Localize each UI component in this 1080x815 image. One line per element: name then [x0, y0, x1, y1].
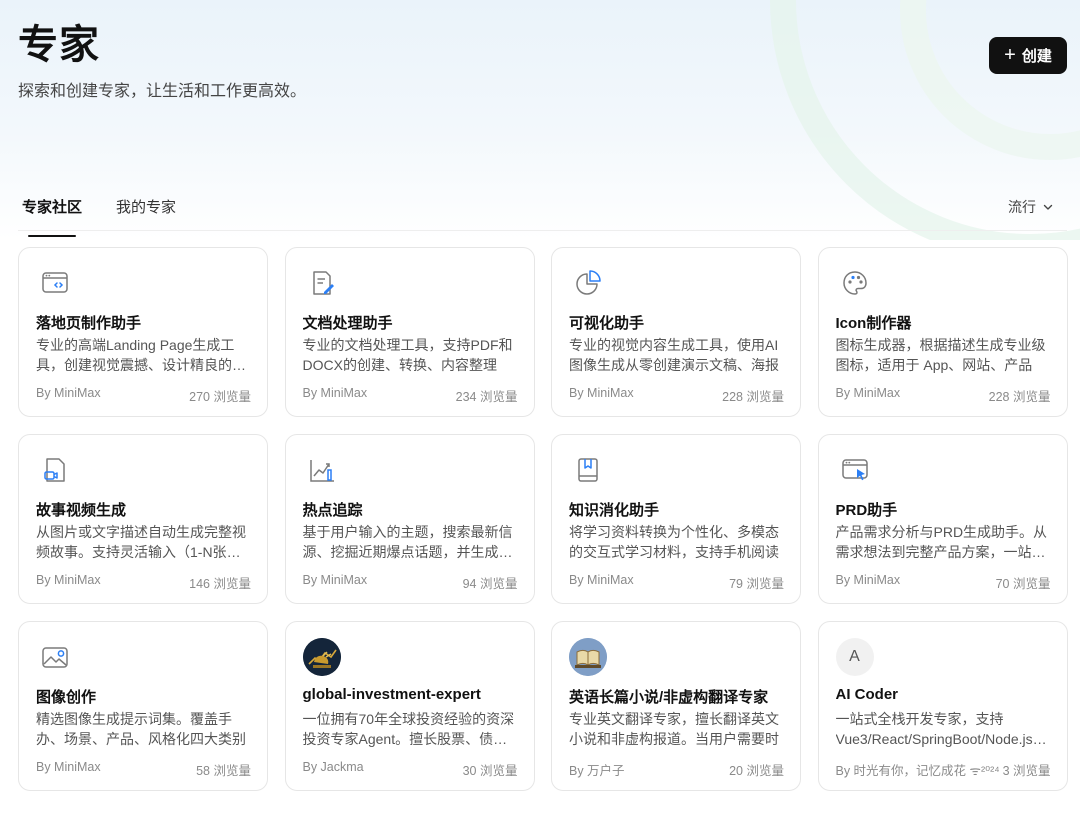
expert-card[interactable]: 英语长篇小说/非虚构翻译专家 专业英文翻译专家，擅长翻译英文小说和非虚构报道。当… — [551, 621, 801, 791]
card-description: 从图片或文字描述自动生成完整视频故事。支持灵活输入（1-N张图片） — [36, 524, 246, 560]
sort-selected-label: 流行 — [1008, 199, 1036, 215]
web-code-icon — [37, 264, 73, 302]
card-footer: By 时光有你，记忆成花 ᯤ²⁰²⁴ 3 浏览量 — [836, 760, 1051, 779]
expert-card[interactable]: 可视化助手 专业的视觉内容生成工具，使用AI图像生成从零创建演示文稿、海报 By… — [551, 247, 801, 417]
expert-card[interactable]: A AI Coder 一站式全栈开发专家，支持 Vue3/React/Sprin… — [817, 621, 1068, 791]
plus-icon: + — [1004, 43, 1016, 66]
card-views: 228 浏览量 — [722, 390, 784, 404]
card-author: By MiniMax — [302, 573, 368, 587]
card-footer: By 万户子 20 浏览量 — [569, 760, 784, 779]
expert-card[interactable]: Icon制作器 图标生成器，根据描述生成专业级图标，适用于 App、网站、产品 … — [817, 247, 1068, 417]
page-subtitle: 探索和创建专家，让生活和工作更高效。 — [18, 83, 307, 100]
card-description: 基于用户输入的主题，搜索最新信源、挖掘近期爆点话题，并生成报告 — [302, 524, 513, 560]
video-file-icon — [37, 451, 73, 489]
card-footer: By MiniMax 234 浏览量 — [303, 386, 518, 405]
palette-icon — [837, 264, 873, 302]
image-icon — [37, 638, 73, 676]
browser-cursor-icon — [837, 451, 873, 489]
card-views: 20 浏览量 — [729, 764, 784, 778]
card-description: 一站式全栈开发专家，支持 Vue3/React/SpringBoot/Node.… — [835, 711, 1033, 747]
expert-card[interactable]: 文档处理助手 专业的文档处理工具，支持PDF和DOCX的创建、转换、内容整理 B… — [284, 247, 535, 417]
card-author: By MiniMax — [569, 573, 634, 587]
card-title: 文档处理助手 — [302, 315, 393, 332]
card-description: 专业的视觉内容生成工具，使用AI图像生成从零创建演示文稿、海报 — [569, 337, 779, 373]
card-footer: By MiniMax 94 浏览量 — [303, 573, 518, 592]
card-views: 79 浏览量 — [729, 577, 784, 591]
expert-card[interactable]: 故事视频生成 从图片或文字描述自动生成完整视频故事。支持灵活输入（1-N张图片）… — [18, 434, 268, 604]
card-views: 3 浏览量 — [1002, 764, 1051, 778]
card-description: 专业的文档处理工具，支持PDF和DOCX的创建、转换、内容整理 — [302, 337, 513, 373]
card-footer: By Jackma 30 浏览量 — [303, 760, 518, 779]
expert-card[interactable]: 知识消化助手 将学习资料转换为个性化、多模态的交互式学习材料，支持手机阅读 By… — [551, 434, 801, 604]
document-edit-icon — [304, 264, 340, 302]
book-bookmark-icon — [570, 451, 606, 489]
bull-avatar — [302, 638, 341, 676]
card-title: 图像创作 — [36, 689, 97, 706]
card-title: Icon制作器 — [835, 315, 912, 332]
sort-dropdown[interactable]: 流行 — [1008, 197, 1054, 217]
trend-chart-icon — [304, 451, 340, 489]
card-author: By MiniMax — [36, 573, 101, 587]
card-author: By MiniMax — [36, 386, 101, 400]
card-title: 知识消化助手 — [569, 502, 660, 519]
card-author: By MiniMax — [835, 573, 901, 587]
card-author: By 万户子 — [569, 764, 625, 778]
card-footer: By MiniMax 146 浏览量 — [36, 573, 251, 592]
book-avatar — [569, 638, 607, 676]
card-views: 270 浏览量 — [189, 390, 251, 404]
expert-card[interactable]: PRD助手 产品需求分析与PRD生成助手。从需求想法到完整产品方案，一站完成 B… — [817, 434, 1068, 604]
card-views: 146 浏览量 — [189, 577, 251, 591]
pie-chart-icon — [570, 264, 606, 302]
card-footer: By MiniMax 270 浏览量 — [36, 386, 251, 405]
card-description: 专业英文翻译专家，擅长翻译英文小说和非虚构报道。当用户需要时 — [569, 711, 779, 747]
card-title: 落地页制作助手 — [36, 315, 142, 332]
card-description: 图标生成器，根据描述生成专业级图标，适用于 App、网站、产品 — [835, 337, 1046, 373]
card-description: 精选图像生成提示词集。覆盖手办、场景、产品、风格化四大类别 — [36, 711, 246, 747]
card-title: 热点追踪 — [302, 502, 363, 519]
expert-card[interactable]: 热点追踪 基于用户输入的主题，搜索最新信源、挖掘近期爆点话题，并生成报告 By … — [284, 434, 535, 604]
create-button[interactable]: + 创建 — [989, 37, 1067, 74]
create-label: 创建 — [1021, 48, 1052, 65]
page-title: 专家 — [18, 23, 100, 67]
card-title: global-investment-expert — [302, 686, 481, 703]
tabs-divider — [18, 230, 1067, 231]
card-description: 将学习资料转换为个性化、多模态的交互式学习材料，支持手机阅读 — [569, 524, 779, 560]
card-author: By MiniMax — [569, 386, 634, 400]
card-footer: By MiniMax 228 浏览量 — [836, 386, 1051, 405]
card-footer: By MiniMax 79 浏览量 — [569, 573, 784, 592]
card-title: AI Coder — [835, 686, 899, 703]
card-author: By Jackma — [302, 760, 364, 774]
chevron-down-icon — [1043, 204, 1053, 210]
card-author: By MiniMax — [835, 386, 901, 400]
card-author: By MiniMax — [36, 760, 101, 774]
card-views: 228 浏览量 — [988, 390, 1051, 404]
card-footer: By MiniMax 58 浏览量 — [36, 760, 251, 779]
card-title: PRD助手 — [835, 502, 898, 519]
letter-avatar: A — [835, 638, 874, 676]
card-title: 英语长篇小说/非虚构翻译专家 — [569, 689, 769, 706]
expert-card[interactable]: global-investment-expert 一位拥有70年全球投资经验的资… — [284, 621, 535, 791]
card-views: 58 浏览量 — [196, 764, 251, 778]
card-author: By MiniMax — [302, 386, 368, 400]
expert-card[interactable]: 落地页制作助手 专业的高端Landing Page生成工具，创建视觉震撼、设计精… — [18, 247, 268, 417]
card-title: 可视化助手 — [569, 315, 645, 332]
card-views: 234 浏览量 — [455, 390, 518, 404]
card-views: 70 浏览量 — [995, 577, 1051, 591]
expert-card[interactable]: 图像创作 精选图像生成提示词集。覆盖手办、场景、产品、风格化四大类别 By Mi… — [18, 621, 268, 791]
card-footer: By MiniMax 70 浏览量 — [836, 573, 1051, 592]
card-author: By 时光有你，记忆成花 ᯤ²⁰²⁴ — [835, 764, 1000, 778]
card-footer: By MiniMax 228 浏览量 — [569, 386, 784, 405]
card-description: 一位拥有70年全球投资经验的资深投资专家Agent。擅长股票、债券分析 — [302, 711, 515, 747]
card-title: 故事视频生成 — [36, 502, 127, 519]
card-description: 产品需求分析与PRD生成助手。从需求想法到完整产品方案，一站完成 — [835, 524, 1048, 560]
avatar-letter: A — [835, 638, 874, 676]
expert-grid: 落地页制作助手 专业的高端Landing Page生成工具，创建视觉震撼、设计精… — [18, 247, 1068, 791]
card-description: 专业的高端Landing Page生成工具，创建视觉震撼、设计精良的页面 — [36, 337, 246, 373]
card-views: 30 浏览量 — [462, 764, 518, 778]
card-views: 94 浏览量 — [462, 577, 518, 591]
